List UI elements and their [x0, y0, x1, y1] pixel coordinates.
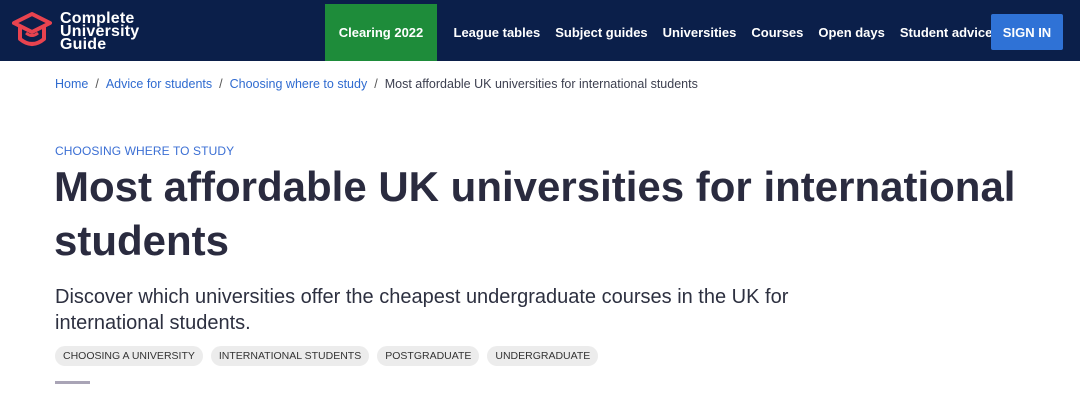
tag-postgraduate[interactable]: POSTGRADUATE [377, 346, 480, 366]
breadcrumb-current: Most affordable UK universities for inte… [384, 77, 698, 91]
article-tags: CHOOSING A UNIVERSITY INTERNATIONAL STUD… [55, 346, 606, 366]
breadcrumb-separator: / [95, 77, 99, 91]
logo-wordmark: Complete University Guide [60, 9, 140, 53]
breadcrumb-separator: / [374, 77, 378, 91]
breadcrumb: Home / Advice for students / Choosing where … [55, 77, 698, 91]
site-logo[interactable]: Complete University Guide [12, 9, 139, 53]
graduation-cap-icon [12, 11, 52, 51]
breadcrumb-home[interactable]: Home [55, 77, 88, 91]
page-title: Most affordable UK universities for inte… [54, 163, 1016, 264]
breadcrumb-advice-for-students[interactable]: Advice for students [106, 77, 212, 91]
tag-undergraduate[interactable]: UNDERGRADUATE [487, 346, 599, 366]
sign-in-button[interactable]: SIGN IN [991, 14, 1063, 50]
nav-subject-guides[interactable]: Subject guides [548, 25, 655, 40]
nav-universities[interactable]: Universities [655, 25, 744, 40]
tag-choosing-a-university[interactable]: CHOOSING A UNIVERSITY [55, 346, 203, 366]
nav-clearing-2022[interactable]: Clearing 2022 [325, 4, 437, 61]
nav-league-tables[interactable]: League tables [446, 25, 548, 40]
nav-open-days[interactable]: Open days [811, 25, 892, 40]
article-description: Discover which universities offer the ch… [55, 286, 789, 334]
tag-international-students[interactable]: INTERNATIONAL STUDENTS [210, 346, 370, 366]
breadcrumb-choosing-where-to-study[interactable]: Choosing where to study [230, 77, 368, 91]
top-navigation-bar: Complete University Guide Clearing 2022 … [0, 0, 1080, 61]
nav-student-advice[interactable]: Student advice [892, 25, 999, 40]
breadcrumb-separator: / [219, 77, 223, 91]
section-divider [55, 381, 90, 384]
main-nav: League tables Subject guides Universitie… [446, 4, 1000, 61]
article-category-link[interactable]: CHOOSING WHERE TO STUDY [55, 144, 234, 158]
nav-courses[interactable]: Courses [744, 25, 811, 40]
